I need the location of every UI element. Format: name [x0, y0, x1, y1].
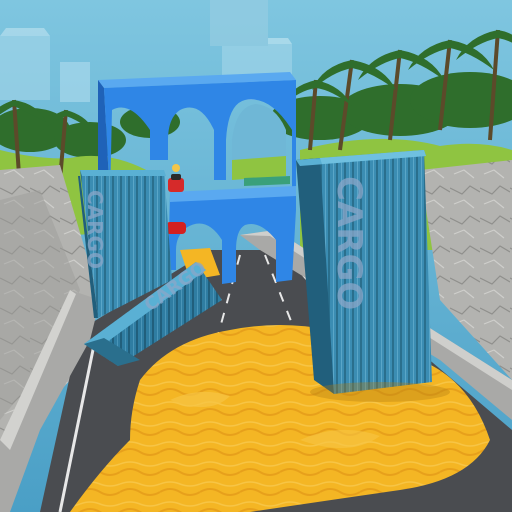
container-right-label: CARGO	[329, 176, 369, 310]
container-left-label: CARGO	[83, 190, 107, 269]
container-right-shadow	[310, 382, 450, 402]
container-right: CARGO	[296, 150, 432, 394]
game-viewport[interactable]: CARGO CARGO CARGO	[0, 0, 512, 512]
scene-canvas: CARGO CARGO CARGO	[0, 0, 512, 512]
